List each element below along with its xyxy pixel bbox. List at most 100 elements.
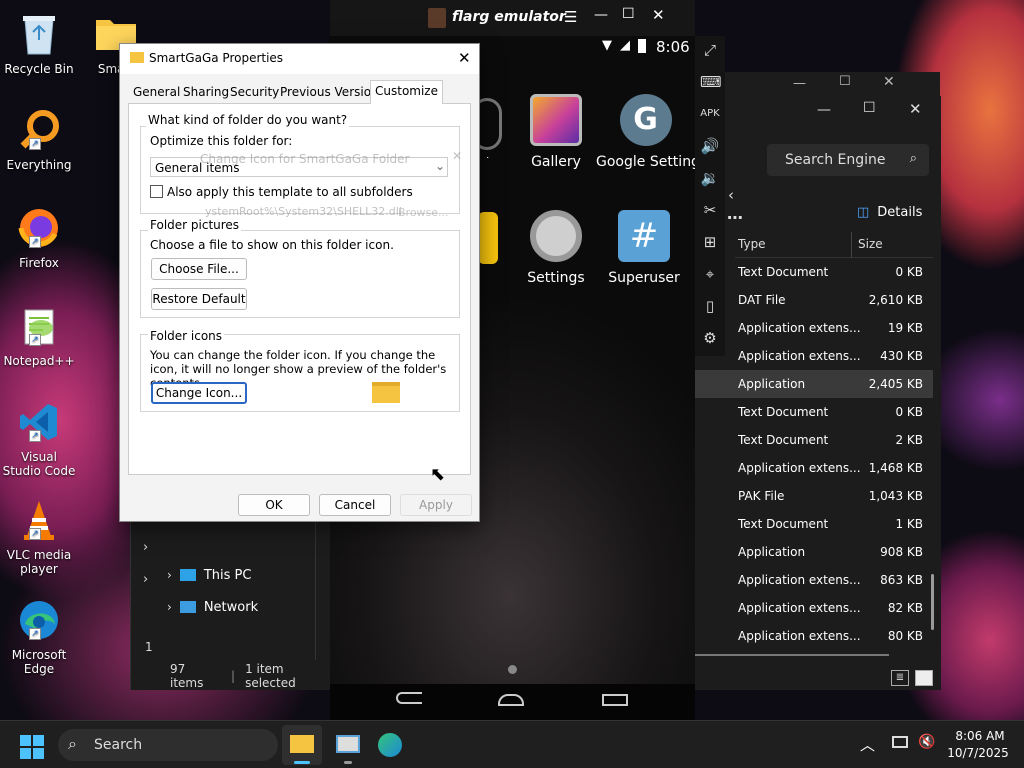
file-row[interactable]: DAT File 2,610 KB [695, 286, 933, 314]
clock-time[interactable]: 8:06 AM [950, 729, 1010, 743]
apk-install-icon[interactable]: APK [700, 104, 720, 124]
file-row[interactable]: Application extens... 19 KB [695, 314, 933, 342]
app-superuser[interactable]: # Superuser [596, 210, 692, 286]
firefox-icon: ↗ [15, 204, 63, 252]
chevron-right-icon[interactable]: › [143, 540, 148, 555]
cancel-button[interactable]: Cancel [319, 494, 391, 516]
file-row[interactable]: PAK File 1,043 KB [695, 482, 933, 510]
tab-general[interactable]: General [129, 82, 184, 102]
file-type: Application extens... [738, 321, 861, 335]
chevron-right-icon[interactable]: › [143, 572, 148, 587]
close-icon: ✕ [452, 149, 463, 163]
file-row[interactable]: Application extens... 430 KB [695, 342, 933, 370]
multi-instance-icon[interactable]: ⊞ [700, 232, 720, 252]
file-row[interactable]: Text Document 0 KB [695, 258, 933, 286]
minimize-icon[interactable]: — [793, 76, 806, 91]
explorer-window-left: › › 1 › This PC › Network 97 items | 1 ite… [130, 520, 357, 690]
screenshot-icon[interactable]: ✂ [700, 200, 720, 220]
details-button[interactable]: ◫ Details [857, 200, 922, 224]
desktop-icon-notepadpp[interactable]: ↗ Notepad++ [1, 302, 77, 368]
tab-customize[interactable]: Customize [370, 80, 443, 104]
fullscreen-icon[interactable]: ⤢ [700, 40, 720, 60]
start-icon[interactable] [20, 735, 44, 759]
desktop-icon-vscode[interactable]: ↗ Visual Studio Code [1, 398, 77, 478]
taskbar-app[interactable] [328, 725, 368, 765]
scrollbar-thumb[interactable] [931, 574, 934, 630]
volume-down-icon[interactable]: 🔉 [700, 168, 720, 188]
menu-icon[interactable]: ☰ [564, 8, 577, 26]
also-apply-checkbox[interactable] [150, 185, 163, 198]
file-size: 2,610 KB [868, 293, 923, 307]
maximize-icon[interactable]: ☐ [863, 100, 876, 116]
file-row[interactable]: Application extens... 82 KB [695, 594, 933, 622]
file-row[interactable]: Application 2,405 KB [695, 370, 933, 398]
file-row[interactable]: Application extens... 80 KB [695, 622, 933, 650]
choose-file-button[interactable]: Choose File... [151, 258, 247, 280]
file-type: Application extens... [738, 573, 861, 587]
column-type[interactable]: Type [738, 237, 766, 251]
close-icon[interactable]: ✕ [909, 100, 922, 118]
collapse-arrow-icon[interactable]: ‹ [728, 186, 734, 204]
network-icon[interactable] [892, 736, 908, 748]
wifi-icon: ▼ [602, 38, 612, 53]
close-icon[interactable]: ✕ [458, 49, 471, 67]
tab-security[interactable]: Security [226, 82, 283, 102]
file-row[interactable]: Text Document 0 KB [695, 398, 933, 426]
nav-item-this-pc[interactable]: › This PC [167, 560, 347, 590]
recents-icon[interactable] [602, 694, 628, 706]
file-row[interactable]: Application extens... 1,468 KB [695, 454, 933, 482]
back-icon[interactable] [396, 692, 422, 704]
desktop-icon-everything[interactable]: ↗ Everything [1, 106, 77, 172]
shake-icon[interactable]: ▯ [700, 296, 720, 316]
file-row[interactable]: Application extens... 863 KB [695, 566, 933, 594]
minimize-icon[interactable]: — [817, 102, 831, 118]
clock-date[interactable]: 10/7/2025 [946, 746, 1010, 760]
desktop-icon-firefox[interactable]: ↗ Firefox [1, 204, 77, 270]
taskbar-search[interactable]: ⌕ Search [58, 729, 278, 761]
desktop-icon-label: Visual Studio Code [2, 450, 76, 478]
column-size[interactable]: Size [858, 237, 883, 251]
details-view-icon[interactable]: ≣ [891, 670, 909, 686]
desktop-icon-vlc[interactable]: ↗ VLC media player [1, 496, 77, 576]
search-input[interactable]: Search Engine ⌕ [767, 144, 929, 176]
android-nav-bar [330, 684, 695, 720]
minimize-icon[interactable]: — [594, 7, 608, 23]
close-icon[interactable]: ✕ [883, 74, 895, 90]
maximize-icon[interactable]: ☐ [839, 74, 851, 89]
file-size: 908 KB [880, 545, 923, 559]
app-google-settings[interactable]: G Google Setting [596, 94, 695, 170]
horizontal-scrollbar[interactable] [695, 654, 889, 656]
tab-sharing[interactable]: Sharing [179, 82, 233, 102]
shortcut-arrow-icon: ↗ [29, 430, 41, 442]
taskbar-file-explorer[interactable] [282, 725, 322, 765]
file-type: Application [738, 545, 806, 559]
restore-default-button[interactable]: Restore Default [151, 288, 247, 310]
file-row[interactable]: Text Document 2 KB [695, 426, 933, 454]
file-row[interactable]: Application 908 KB [695, 538, 933, 566]
desktop-icon-recycle-bin[interactable]: Recycle Bin [1, 10, 77, 76]
change-icon-button[interactable]: Change Icon... [151, 382, 247, 404]
maximize-icon[interactable]: ☐ [622, 6, 635, 22]
home-icon[interactable] [498, 694, 524, 706]
ok-button[interactable]: OK [238, 494, 310, 516]
mute-icon[interactable]: 🔇 [918, 734, 935, 750]
taskbar-edge[interactable] [370, 725, 410, 765]
file-row[interactable]: Text Document 1 KB [695, 510, 933, 538]
file-size: 82 KB [887, 601, 923, 615]
nav-item-network[interactable]: › Network [167, 592, 347, 622]
volume-up-icon[interactable]: 🔊 [700, 136, 720, 156]
more-options-icon[interactable]: ⋯ [727, 208, 767, 228]
location-icon[interactable]: ⌖ [700, 264, 720, 284]
app-gallery[interactable]: Gallery [508, 94, 604, 170]
close-icon[interactable]: ✕ [652, 6, 665, 24]
desktop-icon-edge[interactable]: ↗ Microsoft Edge [1, 596, 77, 676]
tiles-view-icon[interactable] [915, 670, 933, 686]
settings-gear-icon[interactable]: ⚙ [700, 328, 720, 348]
folder-icon [290, 735, 314, 753]
apply-button[interactable]: Apply [400, 494, 472, 516]
app-settings[interactable]: Settings [508, 210, 604, 286]
file-size: 430 KB [880, 349, 923, 363]
file-type: DAT File [738, 293, 786, 307]
chevron-up-icon[interactable]: ︿ [860, 734, 875, 755]
keyboard-icon[interactable]: ⌨ [700, 72, 722, 92]
